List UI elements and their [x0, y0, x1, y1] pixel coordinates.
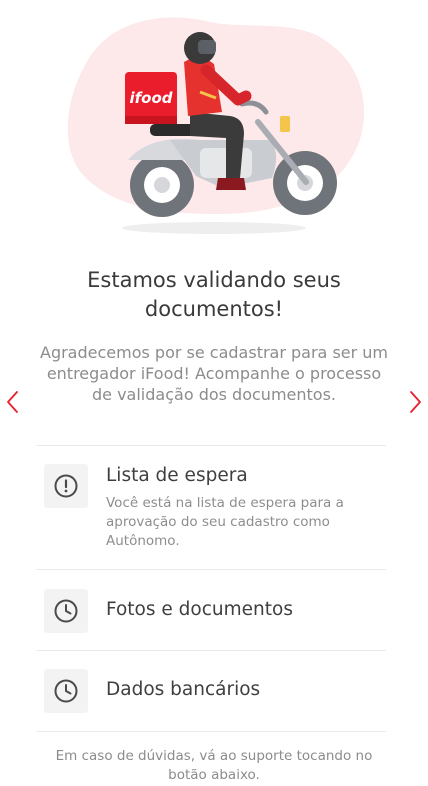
step-description: Você está na lista de espera para a apro…: [106, 495, 344, 549]
divider: [36, 569, 386, 570]
page-subtitle: Agradecemos por se cadastrar para ser um…: [40, 343, 389, 404]
clock-icon: [54, 679, 78, 703]
support-hint-text: Em caso de dúvidas, vá ao suporte tocand…: [55, 748, 373, 783]
ifood-logo: ifood: [129, 89, 172, 107]
step-waiting-list: Lista de espera Você está na lista de es…: [44, 464, 384, 556]
clock-icon: [54, 599, 78, 623]
step-icon-container: [44, 669, 88, 713]
divider: [36, 731, 386, 732]
chevron-left-icon: [7, 391, 18, 413]
courier-motorcycle-illustration: ifood: [67, 17, 364, 234]
validation-screen: ifood Estamos validando seus documentos!…: [0, 0, 428, 786]
step-icon-container: [44, 589, 88, 633]
previous-slide-button[interactable]: [0, 388, 24, 416]
page-title: Estamos validando seus documentos!: [87, 268, 341, 321]
alert-circle-icon: [54, 474, 78, 498]
step-bank-details: Dados bancários: [44, 669, 384, 713]
step-title: Dados bancários: [106, 679, 261, 700]
step-photos-documents: Fotos e documentos: [44, 589, 384, 633]
step-title: Fotos e documentos: [106, 599, 293, 620]
divider: [36, 650, 386, 651]
step-icon-container: [44, 464, 88, 508]
divider: [36, 445, 386, 446]
step-title: Lista de espera: [106, 465, 248, 486]
chevron-right-icon: [410, 391, 421, 413]
next-slide-button[interactable]: [404, 388, 428, 416]
